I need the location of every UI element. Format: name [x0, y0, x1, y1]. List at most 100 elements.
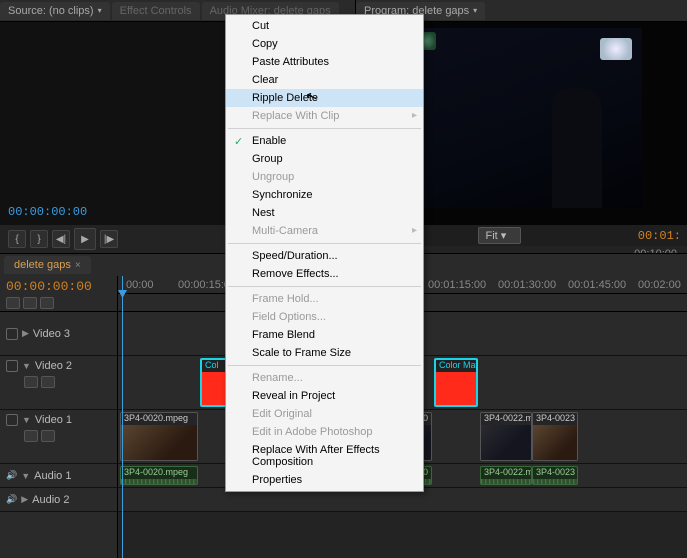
preview-silhouette — [552, 88, 602, 208]
menu-item-remove-effects[interactable]: Remove Effects... — [226, 265, 423, 283]
eye-icon[interactable] — [6, 328, 18, 340]
menu-separator — [228, 128, 421, 129]
menu-item-reveal-in-project[interactable]: Reveal in Project — [226, 387, 423, 405]
clip-label: 3P4-0022.m — [481, 413, 531, 425]
track-label: Video 3 — [33, 328, 70, 340]
context-menu[interactable]: Cut Copy Paste AttributesClearRipple Delet… — [225, 14, 424, 492]
track-label: Audio 2 — [32, 494, 69, 506]
menu-item-label: Field Options... — [252, 311, 326, 323]
menu-item-ripple-delete[interactable]: Ripple Delete — [226, 89, 423, 107]
menu-item-label: Edit in Adobe Photoshop — [252, 426, 372, 438]
close-icon[interactable]: × — [75, 260, 81, 271]
clip-audio[interactable]: 3P4-0022.m — [480, 466, 532, 485]
track-head-v3[interactable]: ▶ Video 3 — [0, 312, 117, 356]
collapse-icon[interactable]: ▶ — [21, 494, 28, 505]
track-option[interactable] — [41, 430, 55, 442]
clip-label: 3P4-0023 — [533, 467, 577, 479]
menu-item-label: Synchronize — [252, 189, 313, 201]
track-head-v1[interactable]: ▼ Video 1 — [0, 410, 117, 464]
collapse-icon[interactable]: ▼ — [22, 415, 31, 425]
menu-item-ungroup: Ungroup — [226, 168, 423, 186]
clip-audio[interactable]: 3P4-0020.mpeg — [120, 466, 198, 485]
step-fwd-button[interactable]: |▶ — [100, 230, 118, 248]
clip-label: Color Matt — [436, 360, 476, 372]
tab-source[interactable]: Source: (no clips)▾ — [0, 2, 110, 20]
clip-color-matte[interactable]: Color Matt — [434, 358, 478, 407]
mark-out-button[interactable]: } — [30, 230, 48, 248]
collapse-icon[interactable]: ▶ — [22, 328, 29, 339]
clip-video[interactable]: 3P4-0020.mpeg — [120, 412, 198, 461]
snap-toggle[interactable] — [6, 297, 20, 309]
source-timecode[interactable]: 00:00:00:00 — [8, 205, 87, 219]
clip-audio[interactable]: 3P4-0023 — [532, 466, 578, 485]
menu-item-label: Copy — [252, 38, 278, 50]
menu-item-label: Replace With Clip — [252, 110, 339, 122]
tab-effect-controls[interactable]: Effect Controls — [112, 2, 200, 20]
mark-in-button[interactable]: { — [8, 230, 26, 248]
clip-label: 3P4-0020.mpeg — [121, 467, 197, 479]
clip-label: 3P4-0020.mpeg — [121, 413, 197, 425]
menu-item-frame-blend[interactable]: Frame Blend — [226, 326, 423, 344]
menu-separator — [228, 286, 421, 287]
menu-item-clear[interactable]: Clear — [226, 71, 423, 89]
preview-lightbox — [600, 38, 632, 60]
program-timecode-right[interactable]: 00:01: — [638, 229, 681, 243]
speaker-icon[interactable]: 🔊 — [6, 494, 17, 505]
zoom-select[interactable]: Fit ▾ — [478, 227, 521, 244]
menu-item-label: Frame Hold... — [252, 293, 319, 305]
menu-item-label: Multi-Camera — [252, 225, 318, 237]
track-header-column: 00:00:00:00 ▶ Video 3 ▼ Video 2 — [0, 276, 118, 558]
menu-item-label: Reveal in Project — [252, 390, 335, 402]
menu-item-label: Group — [252, 153, 283, 165]
track-option[interactable] — [24, 376, 38, 388]
play-button[interactable]: ▶ — [74, 228, 96, 250]
track-option[interactable] — [24, 430, 38, 442]
menu-item-nest[interactable]: Nest — [226, 204, 423, 222]
chevron-down-icon: ▾ — [473, 6, 477, 15]
marker-button[interactable] — [23, 297, 37, 309]
timeline-timecode[interactable]: 00:00:00:00 — [6, 279, 111, 294]
track-head-a1[interactable]: 🔊 ▼ Audio 1 — [0, 464, 117, 488]
menu-item-group[interactable]: Group — [226, 150, 423, 168]
menu-item-scale-to-frame-size[interactable]: Scale to Frame Size — [226, 344, 423, 362]
menu-item-label: Cut — [252, 20, 269, 32]
speaker-icon[interactable]: 🔊 — [6, 470, 17, 481]
track-head-v2[interactable]: ▼ Video 2 — [0, 356, 117, 410]
menu-item-enable[interactable]: ✓Enable — [226, 132, 423, 150]
menu-item-synchronize[interactable]: Synchronize — [226, 186, 423, 204]
sequence-tab[interactable]: delete gaps × — [4, 256, 91, 274]
track-option[interactable] — [41, 376, 55, 388]
menu-item-properties[interactable]: Properties — [226, 471, 423, 489]
clip-label: 3P4-0023 — [533, 413, 577, 425]
menu-item-label: Speed/Duration... — [252, 250, 338, 262]
menu-item-label: Enable — [252, 135, 286, 147]
eye-icon[interactable] — [6, 414, 18, 426]
ruler-tick: 00:00 — [126, 279, 154, 291]
clip-video[interactable]: 3P4-0022.m — [480, 412, 532, 461]
menu-separator — [228, 365, 421, 366]
menu-item-paste-attributes[interactable]: Paste Attributes — [226, 53, 423, 71]
sequence-tab-label: delete gaps — [14, 259, 71, 271]
menu-item-speed-duration[interactable]: Speed/Duration... — [226, 247, 423, 265]
clip-thumbnail — [533, 425, 577, 460]
menu-item-label: Scale to Frame Size — [252, 347, 351, 359]
collapse-icon[interactable]: ▼ — [22, 361, 31, 371]
menu-item-edit-original: Edit Original — [226, 405, 423, 423]
menu-item-rename: Rename... — [226, 369, 423, 387]
ruler-tick: 00:01:45:00 — [568, 279, 626, 291]
settings-button[interactable] — [40, 297, 54, 309]
step-back-button[interactable]: ◀| — [52, 230, 70, 248]
eye-icon[interactable] — [6, 360, 18, 372]
zoom-label: Fit — [485, 230, 497, 242]
menu-item-cut[interactable]: Cut — [226, 17, 423, 35]
collapse-icon[interactable]: ▼ — [21, 471, 30, 481]
waveform — [121, 479, 197, 484]
menu-item-copy[interactable]: Copy — [226, 35, 423, 53]
menu-item-replace-with-clip: Replace With Clip — [226, 107, 423, 125]
playhead[interactable] — [122, 276, 123, 558]
clip-video[interactable]: 3P4-0023 — [532, 412, 578, 461]
track-head-a2[interactable]: 🔊 ▶ Audio 2 — [0, 488, 117, 512]
track-label: Audio 1 — [34, 470, 71, 482]
clip-label: 3P4-0022.m — [481, 467, 531, 479]
menu-item-replace-with-after-effects-composition[interactable]: Replace With After Effects Composition — [226, 441, 423, 471]
